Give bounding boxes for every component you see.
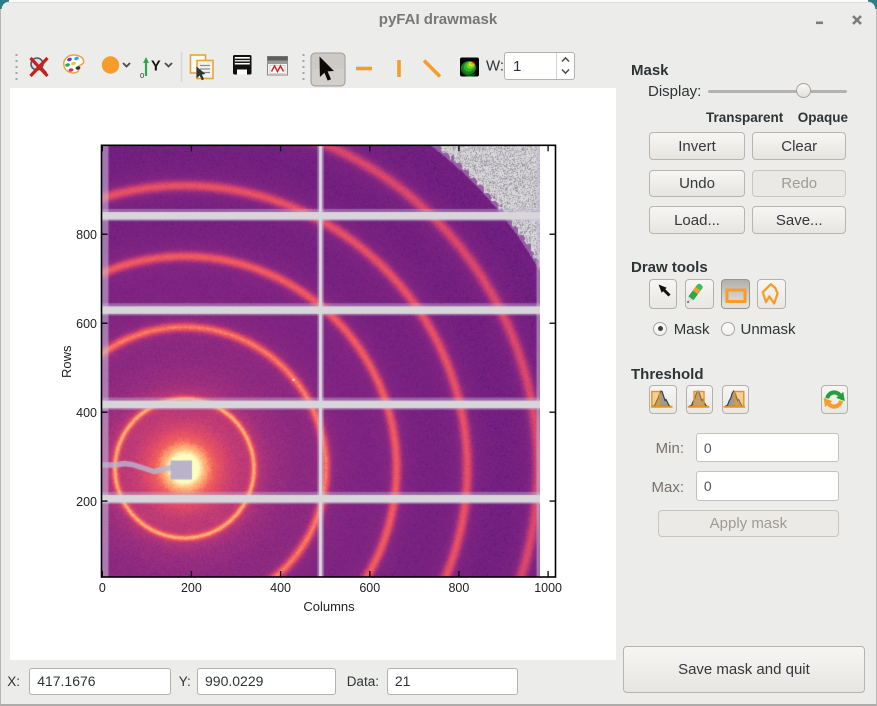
svg-text:Y: Y [151,59,161,75]
svg-text:0: 0 [140,71,144,80]
svg-text:W:: W: [486,58,504,75]
